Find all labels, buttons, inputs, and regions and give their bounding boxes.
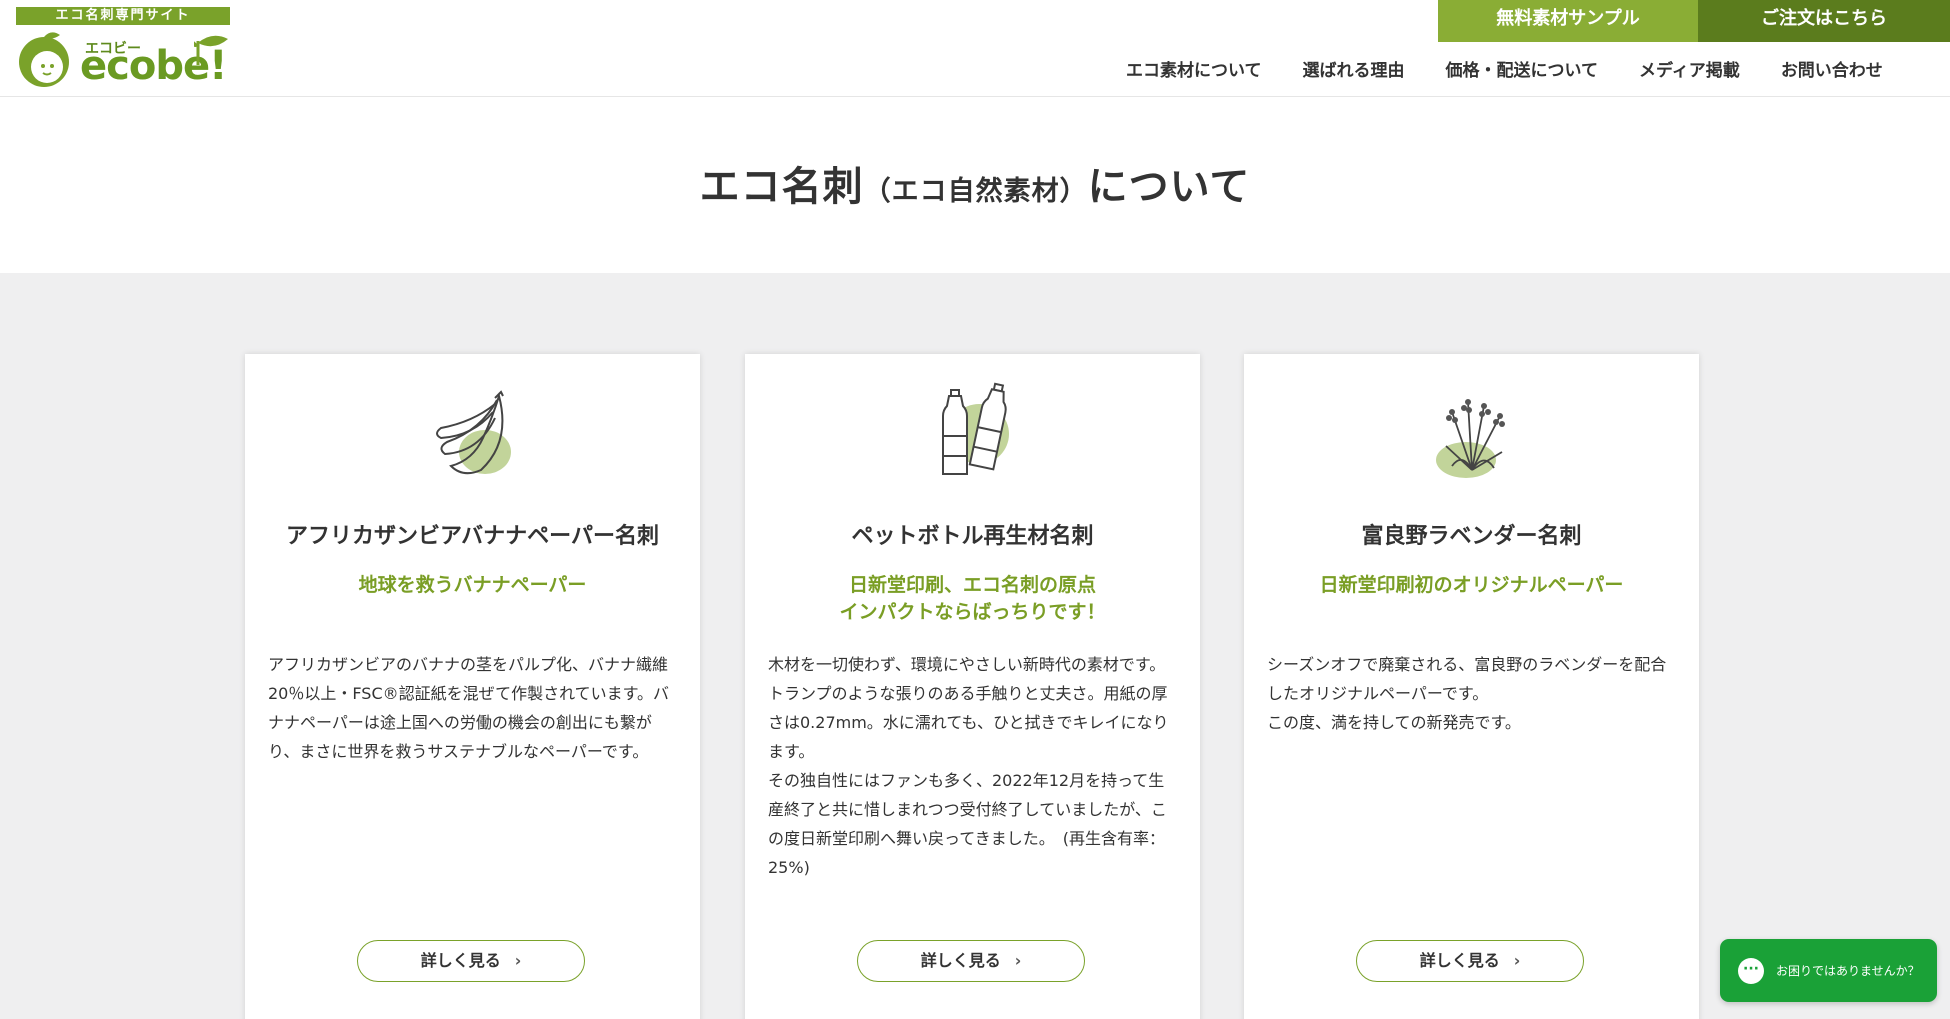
nav-eco-materials[interactable]: エコ素材について: [1126, 56, 1262, 81]
nav-media[interactable]: メディア掲載: [1639, 56, 1740, 81]
card-title: ペットボトル再生材名刺: [851, 524, 1094, 549]
card-title: アフリカザンビアバナナペーパー名刺: [286, 524, 659, 549]
chat-bubble-icon: ···: [1738, 957, 1764, 984]
card-description: シーズンオフで廃棄される、富良野のラベンダーを配合したオリジナルペーパーです。 …: [1267, 655, 1667, 732]
card-catchphrase: 日新堂印刷初のオリジナルペーパー: [1319, 574, 1624, 596]
page-title-sub: （エコ自然素材）: [863, 176, 1088, 207]
card-title: 富良野ラベンダー名刺: [1361, 524, 1582, 549]
pet-bottle-icon: [941, 382, 1009, 475]
nav-price-shipping[interactable]: 価格・配送について: [1446, 56, 1599, 81]
card-description: 木材を一切使わず、環境にやさしい新時代の素材です。 トランプのような張りのある手…: [768, 655, 1169, 877]
card-description: アフリカザンビアのバナナの茎をパルプ化、バナナ繊維20％以上・FSC®認証紙を混…: [268, 655, 670, 761]
nav-contact[interactable]: お問い合わせ: [1781, 56, 1883, 81]
card-catchphrase: 日新堂印刷、エコ名刺の原点 インパクトならばっちりです！: [839, 574, 1106, 623]
logo-tagline: エコ名刺専門サイト: [16, 7, 230, 25]
card-pet-bottle: ペットボトル再生材名刺 日新堂印刷、エコ名刺の原点 インパクトならばっちりです！ …: [745, 354, 1200, 1019]
nav-reasons[interactable]: 選ばれる理由: [1303, 56, 1405, 81]
page-title-tail: について: [1087, 164, 1251, 210]
page-title: エコ名刺（エコ自然素材）について: [0, 154, 1950, 212]
chevron-right-icon: ›: [1513, 951, 1521, 970]
site-header: エコ名刺専門サイト エコビー ecobe! 無料素材サンプル ご注文はこちら エ…: [0, 0, 1950, 97]
page-title-main: エコ名刺: [699, 164, 864, 210]
details-button[interactable]: 詳しく見る ›: [357, 940, 585, 982]
sprout-icon: [194, 35, 228, 65]
lavender-icon: [1435, 399, 1505, 478]
card-catchphrase: 地球を救うバナナペーパー: [358, 574, 587, 596]
free-sample-button[interactable]: 無料素材サンプル: [1438, 0, 1698, 42]
logo-face-icon: [19, 32, 69, 87]
details-button[interactable]: 詳しく見る ›: [1356, 940, 1584, 982]
chevron-right-icon: ›: [1014, 951, 1022, 970]
details-button[interactable]: 詳しく見る ›: [857, 940, 1085, 982]
order-button[interactable]: ご注文はこちら: [1698, 0, 1950, 42]
chevron-right-icon: ›: [514, 951, 522, 970]
card-lavender: 富良野ラベンダー名刺 日新堂印刷初のオリジナルペーパー シーズンオフで廃棄される…: [1244, 354, 1699, 1019]
help-chat-label: お困りではありませんか？: [1776, 964, 1920, 978]
site-logo[interactable]: エコ名刺専門サイト エコビー ecobe!: [16, 7, 232, 89]
card-banana-paper: アフリカザンビアバナナペーパー名刺 地球を救うバナナペーパー アフリカザンビアの…: [245, 354, 700, 1019]
help-chat-button[interactable]: ··· お困りではありませんか？: [1720, 939, 1937, 1002]
main-nav: エコ素材について 選ばれる理由 価格・配送について メディア掲載 お問い合わせ: [1126, 56, 1883, 81]
banana-icon: [435, 390, 511, 475]
